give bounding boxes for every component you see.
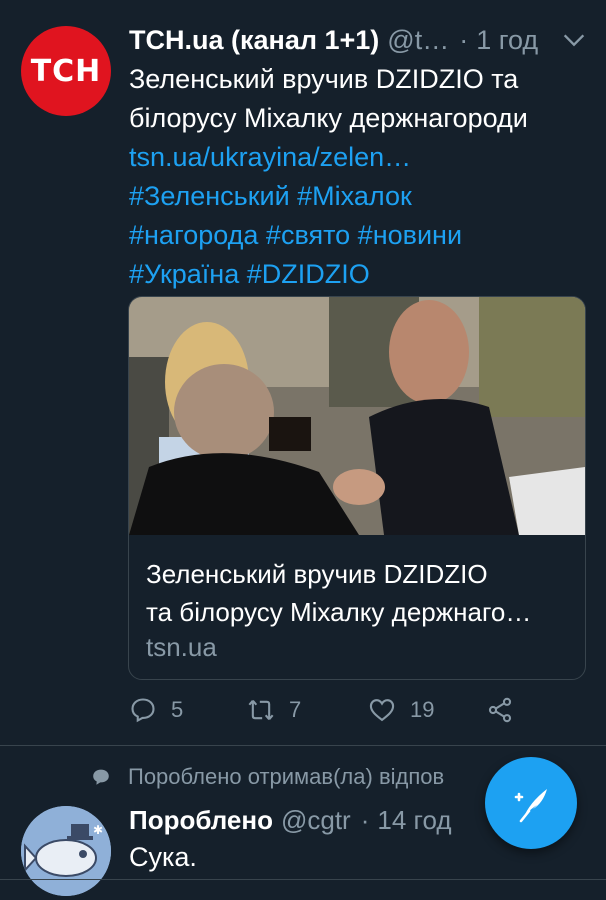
- card-title-line: та білорусу Міхалку держнаго…: [146, 597, 532, 627]
- reply-author-handle[interactable]: @cgtr: [281, 805, 351, 836]
- tsn-avatar[interactable]: ТСН: [21, 26, 111, 116]
- tweet-link[interactable]: tsn.ua/ukrayina/zelen…: [129, 138, 589, 177]
- card-image: [129, 297, 585, 535]
- retweet-count: 7: [289, 697, 302, 722]
- bottom-divider: [0, 879, 606, 880]
- share-button[interactable]: [486, 696, 514, 724]
- reply-header: Пороблено @cgtr · 14 год: [129, 802, 452, 838]
- share-icon: [488, 697, 512, 723]
- tweet-time: 1 год: [476, 24, 539, 55]
- like-count: 19: [410, 697, 435, 722]
- speech-bubble-icon: [93, 769, 109, 785]
- fish-avatar-icon: ✱: [21, 806, 111, 896]
- reply-author-name[interactable]: Пороблено: [129, 805, 273, 836]
- reply-count: 5: [171, 697, 184, 722]
- separator-dot: ·: [459, 24, 469, 55]
- hashtags-line[interactable]: #Зеленський #Міхалок: [129, 177, 589, 216]
- tweet-text-line: білорусу Міхалку держнагороди: [129, 103, 528, 133]
- tweet[interactable]: ТСН ТСН.ua (канал 1+1) @t… · 1 год Зелен…: [0, 0, 606, 745]
- reply-icon: [131, 698, 155, 723]
- like-button[interactable]: 19: [368, 696, 434, 724]
- reply-avatar[interactable]: ✱: [21, 806, 111, 896]
- card-domain: tsn.ua: [146, 632, 217, 662]
- reply-context: Пороблено отримав(ла) відпов: [90, 762, 444, 792]
- like-icon: [369, 699, 395, 722]
- link-card[interactable]: Зеленський вручив DZIDZIO та білорусу Мі…: [128, 296, 586, 680]
- retweet-icon: [248, 699, 274, 721]
- chevron-down-icon[interactable]: [560, 26, 588, 54]
- tsn-logo-text: ТСН: [30, 53, 102, 89]
- tweet-text: Зеленський вручив DZIDZIO та білорусу Мі…: [129, 60, 589, 294]
- author-handle[interactable]: @t…: [387, 25, 449, 56]
- tweet-actions: 5 7 19: [129, 696, 589, 730]
- reply-context-text: Пороблено отримав(ла) відпов: [128, 764, 445, 789]
- author-name[interactable]: ТСН.ua (канал 1+1): [129, 25, 379, 56]
- tweet-divider: [0, 745, 606, 746]
- tweet-header: ТСН.ua (канал 1+1) @t… · 1 год: [129, 22, 589, 58]
- compose-tweet-icon: [514, 789, 547, 823]
- compose-tweet-button[interactable]: [485, 757, 577, 849]
- tweet-text-line: Зеленський вручив DZIDZIO та: [129, 64, 519, 94]
- reply-time: 14 год: [377, 804, 452, 835]
- card-title: Зеленський вручив DZIDZIO та білорусу Мі…: [146, 555, 576, 631]
- reply-text: Сука.: [129, 842, 197, 872]
- svg-text:✱: ✱: [93, 823, 103, 837]
- separator-dot: ·: [360, 804, 370, 835]
- hashtags-line[interactable]: #нагорода #свято #новини: [129, 216, 589, 255]
- card-title-line: Зеленський вручив DZIDZIO: [146, 559, 488, 589]
- retweet-button[interactable]: 7: [247, 696, 301, 724]
- hashtags-line[interactable]: #Україна #DZIDZIO: [129, 255, 589, 294]
- reply-button[interactable]: 5: [129, 696, 183, 724]
